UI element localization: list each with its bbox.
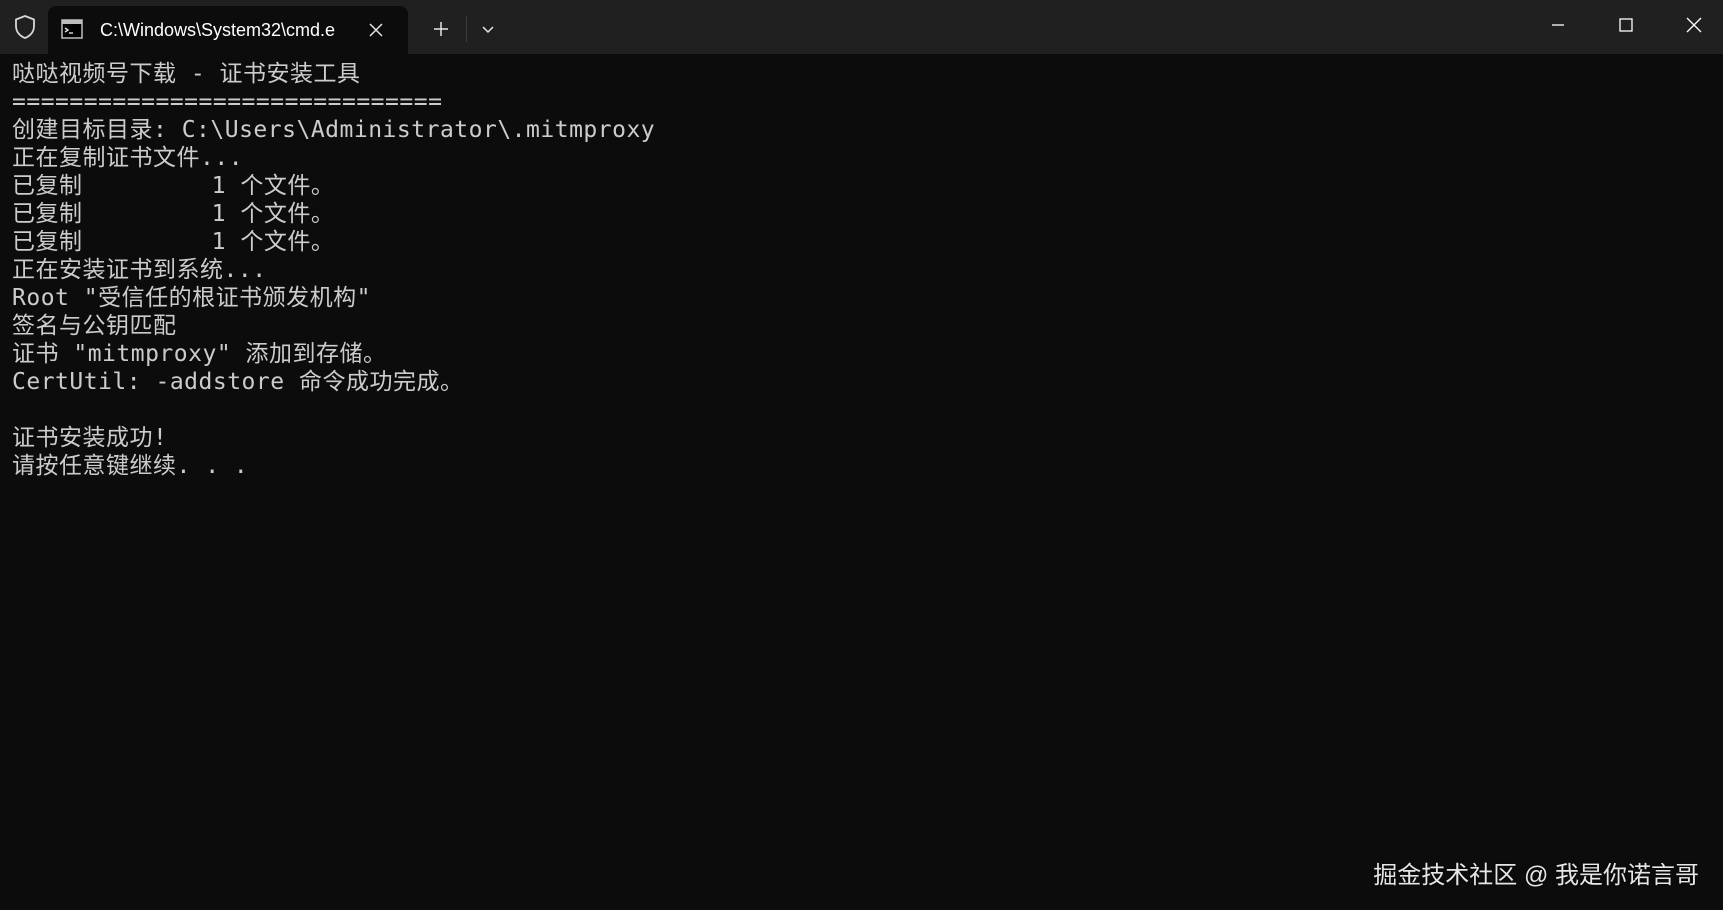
console-line: 创建目标目录: C:\Users\Administrator\.mitmprox… xyxy=(12,117,656,143)
console-line: 已复制 1 个文件。 xyxy=(12,229,335,255)
terminal-window: C:\Windows\System32\cmd.e 哒哒视频号下载 - 证书安装… xyxy=(0,0,1723,910)
tab-cmd[interactable]: C:\Windows\System32\cmd.e xyxy=(48,6,408,54)
console-line: 正在安装证书到系统... xyxy=(12,257,267,283)
console-line-blank xyxy=(12,396,1702,424)
console-output[interactable]: 哒哒视频号下载 - 证书安装工具 =======================… xyxy=(12,60,1702,480)
console-line: 证书 "mitmproxy" 添加到存储。 xyxy=(12,341,387,367)
minimize-icon[interactable] xyxy=(1530,8,1586,42)
chevron-down-icon[interactable] xyxy=(473,14,503,44)
console-line: 已复制 1 个文件。 xyxy=(12,173,335,199)
cmd-terminal-icon xyxy=(61,19,83,39)
close-window-icon[interactable] xyxy=(1666,8,1722,42)
console-line-separator: ============================== xyxy=(12,89,443,115)
console-line: CertUtil: -addstore 命令成功完成。 xyxy=(12,369,464,395)
console-line-prompt: 请按任意键继续. . . xyxy=(12,453,249,479)
console-line-success: 证书安装成功! xyxy=(12,425,168,451)
console-line: 已复制 1 个文件。 xyxy=(12,201,335,227)
console-line: 正在复制证书文件... xyxy=(12,145,244,171)
plus-icon[interactable] xyxy=(426,14,456,44)
title-bar[interactable]: C:\Windows\System32\cmd.e xyxy=(0,0,1723,54)
shield-icon xyxy=(10,12,40,42)
console-line: 签名与公钥匹配 xyxy=(12,313,177,339)
console-line: Root "受信任的根证书颁发机构" xyxy=(12,285,371,311)
maximize-icon[interactable] xyxy=(1598,8,1654,42)
titlebar-divider xyxy=(466,16,467,42)
watermark: 掘金技术社区 @ 我是你诺言哥 xyxy=(1373,862,1699,889)
close-tab-icon[interactable] xyxy=(362,16,390,44)
tab-title: C:\Windows\System32\cmd.e xyxy=(100,20,336,40)
console-line-title: 哒哒视频号下载 - 证书安装工具 xyxy=(12,61,361,87)
